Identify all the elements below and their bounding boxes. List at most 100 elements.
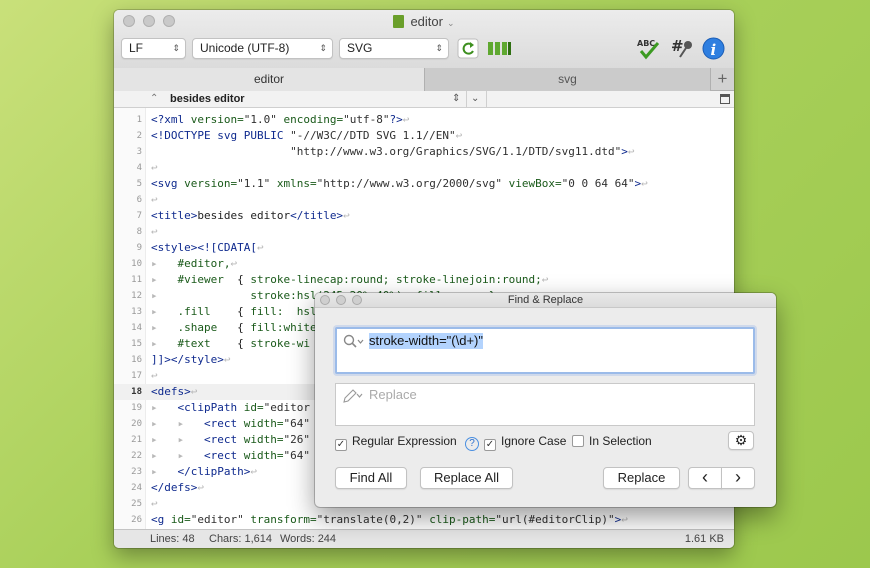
code-line[interactable]: 10 ▸ #editor,↩ <box>114 256 734 272</box>
ignore-case-checkbox[interactable]: ✓ <box>484 439 496 451</box>
find-text: stroke-width="(\d+)" <box>369 333 483 349</box>
line-number: 18 <box>131 387 142 397</box>
in-selection-option[interactable]: In Selection <box>572 434 652 448</box>
document-icon <box>393 15 405 28</box>
char-count: Chars: 1,614 <box>209 533 272 545</box>
window-title[interactable]: editor ⌄ <box>114 14 734 29</box>
regex-option[interactable]: ✓ Regular Expression ? <box>335 434 480 451</box>
replace-button[interactable]: Replace <box>603 467 680 489</box>
chevron-down-icon: ⌄ <box>446 18 455 28</box>
symbol-breadcrumb[interactable]: besides editor <box>170 91 245 107</box>
tab-svg[interactable]: svg <box>424 68 710 91</box>
in-selection-checkbox[interactable] <box>572 435 584 447</box>
line-number: 8 <box>136 227 142 237</box>
line-code: ▸ ▸ <rect width="64" <box>151 449 310 462</box>
line-number: 24 <box>131 483 142 493</box>
line-code: ▸ ▸ <rect width="26" <box>151 433 310 446</box>
zoom-button[interactable] <box>352 295 362 305</box>
line-number: 3 <box>136 147 142 157</box>
replace-field[interactable]: Replace <box>335 383 755 426</box>
line-code: ▸ <clipPath id="editor <box>151 401 310 414</box>
line-code: ▸ #editor,↩ <box>151 257 238 270</box>
ignore-case-option[interactable]: ✓ Ignore Case <box>484 434 566 451</box>
find-next-button[interactable]: › <box>721 467 755 489</box>
code-line[interactable]: 8 ↩ <box>114 224 734 240</box>
find-field[interactable]: stroke-width="(\d+)" <box>335 327 755 374</box>
replace-placeholder: Replace <box>369 387 417 402</box>
code-line[interactable]: 7 <title>besides editor</title>↩ <box>114 208 734 224</box>
chevron-up-icon[interactable]: ⌃ <box>150 91 158 107</box>
syntax-popup[interactable]: SVG ⇕ <box>339 38 449 59</box>
minimize-button[interactable] <box>336 295 346 305</box>
line-number: 4 <box>136 163 142 173</box>
updown-icon[interactable]: ⇕ <box>452 91 460 107</box>
code-line[interactable]: 2 <!DOCTYPE svg PUBLIC "-//W3C//DTD SVG 1… <box>114 128 734 144</box>
code-line[interactable]: 26 <g id="editor" transform="translate(0,… <box>114 512 734 528</box>
spellcheck-icon[interactable]: ABC <box>636 37 662 60</box>
line-code: <?xml version="1.0" encoding="utf-8"?>↩ <box>151 113 410 126</box>
line-number: 16 <box>131 355 142 365</box>
line-ending-popup[interactable]: LF ⇕ <box>121 38 186 59</box>
line-number: 6 <box>136 195 142 205</box>
line-code: <svg version="1.1" xmlns="http://www.w3.… <box>151 177 648 190</box>
pencil-options-icon[interactable] <box>342 388 364 404</box>
line-code: "http://www.w3.org/Graphics/SVG/1.1/DTD/… <box>290 145 635 158</box>
code-line[interactable]: 1 <?xml version="1.0" encoding="utf-8"?>↩ <box>114 112 734 128</box>
tab-editor[interactable]: editor <box>114 68 424 91</box>
navigation-bar: ⌃ besides editor ⇕ ⌄ <box>114 91 734 108</box>
updown-icon: ⇕ <box>319 43 327 53</box>
chevron-down-icon[interactable]: ⌄ <box>471 91 479 107</box>
line-number: 11 <box>131 275 142 285</box>
line-code: ↩ <box>151 193 158 206</box>
file-size: 1.61 KB <box>684 533 724 545</box>
preview-icon[interactable] <box>487 37 513 60</box>
line-code: <title>besides editor</title>↩ <box>151 209 350 222</box>
help-icon[interactable]: ? <box>465 437 480 451</box>
regex-checkbox[interactable]: ✓ <box>335 439 347 451</box>
code-line[interactable]: 4 ↩ <box>114 160 734 176</box>
replace-all-button[interactable]: Replace All <box>420 467 513 489</box>
reload-icon[interactable] <box>457 37 479 60</box>
gear-icon[interactable]: ⚙ <box>728 431 754 450</box>
line-number: 2 <box>136 131 142 141</box>
split-editor-icon[interactable] <box>720 94 730 104</box>
word-count: Words: 244 <box>280 533 337 545</box>
line-number: 15 <box>131 339 142 349</box>
find-replace-panel: Find & Replace stroke-width="(\d+)" Repl… <box>315 293 776 507</box>
hash-pin-icon[interactable]: # <box>670 37 696 60</box>
line-code: ▸ #viewer { stroke-linecap:round; stroke… <box>151 273 549 286</box>
code-line[interactable]: 9 <style><![CDATA[↩ <box>114 240 734 256</box>
search-options-icon[interactable] <box>343 334 365 350</box>
info-icon[interactable]: i <box>702 37 725 60</box>
find-all-button[interactable]: Find All <box>335 467 407 489</box>
line-number: 10 <box>131 259 142 269</box>
code-line[interactable]: 6 ↩ <box>114 192 734 208</box>
line-number: 17 <box>131 371 142 381</box>
line-code: <defs>↩ <box>151 385 198 398</box>
line-number: 26 <box>131 515 142 525</box>
encoding-popup[interactable]: Unicode (UTF-8) ⇕ <box>192 38 333 59</box>
line-number: 13 <box>131 307 142 317</box>
code-line[interactable]: 5 <svg version="1.1" xmlns="http://www.w3… <box>114 176 734 192</box>
line-code: ▸ ▸ <rect width="64" <box>151 417 310 430</box>
code-line[interactable]: 11 ▸ #viewer { stroke-linecap:round; stro… <box>114 272 734 288</box>
line-number: 25 <box>131 499 142 509</box>
close-button[interactable] <box>320 295 330 305</box>
tab-bar: editor svg + <box>114 68 734 91</box>
line-code: ]]></style>↩ <box>151 353 231 366</box>
code-line[interactable]: 3 "http://www.w3.org/Graphics/SVG/1.1/DT… <box>114 144 734 160</box>
line-code: ↩ <box>151 161 158 174</box>
new-tab-plus-icon[interactable]: + <box>710 68 734 91</box>
svg-text:i: i <box>711 41 717 59</box>
line-number: 12 <box>131 291 142 301</box>
line-code: <!DOCTYPE svg PUBLIC "-//W3C//DTD SVG 1.… <box>151 129 463 142</box>
line-code: <style><![CDATA[↩ <box>151 241 264 254</box>
status-bar: Lines: 48 Chars: 1,614 Words: 244 1.61 K… <box>114 529 734 548</box>
find-previous-button[interactable]: ‹ <box>688 467 722 489</box>
updown-icon: ⇕ <box>172 43 180 53</box>
line-number: 14 <box>131 323 142 333</box>
line-number: 1 <box>136 115 142 125</box>
svg-text:ABC: ABC <box>637 39 655 48</box>
svg-text:#: # <box>671 37 684 55</box>
line-code: ↩ <box>151 497 158 510</box>
